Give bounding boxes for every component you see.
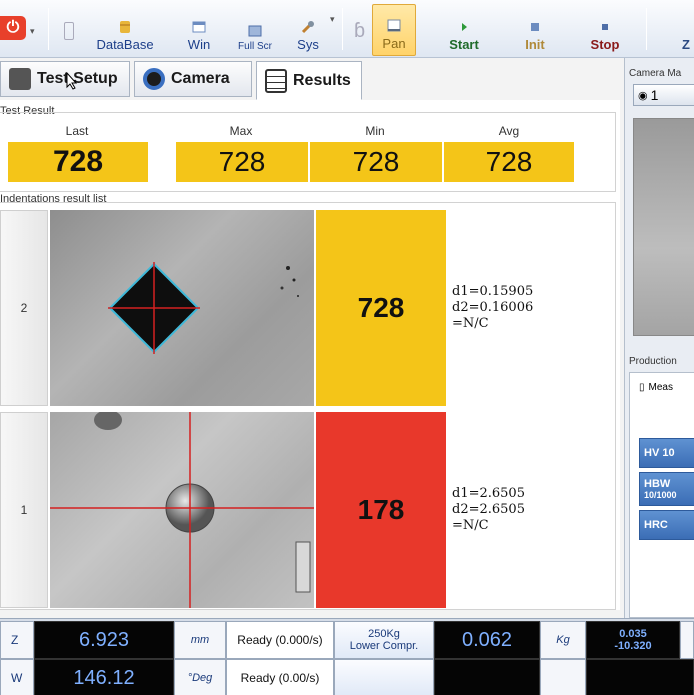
indentation-image <box>50 412 314 608</box>
indentation-image <box>50 210 314 406</box>
max-label: Max <box>229 124 253 138</box>
min-value: 728 <box>310 142 442 182</box>
win-button[interactable]: Win <box>176 4 222 56</box>
camera-icon <box>143 68 165 90</box>
empty-cell <box>334 659 434 695</box>
diagonal-info: d1=0.15905 d2=0.16006 =N/C <box>448 210 580 406</box>
stop-icon <box>602 24 608 30</box>
last-value: 728 <box>8 142 148 182</box>
tab-test-setup[interactable]: Test Setup <box>0 61 130 97</box>
scale-hv10-button[interactable]: HV 10 <box>639 438 694 468</box>
scale-hrc-button[interactable]: HRC <box>639 510 694 540</box>
d2-value: d2=0.16006 <box>452 300 534 315</box>
toolbar-separator <box>342 8 343 50</box>
database-icon <box>120 21 130 33</box>
meas-tab[interactable]: ▯ Meas <box>639 382 673 393</box>
diagonal-info: d1=2.6505 d2=2.6505 =N/C <box>448 412 580 608</box>
status-panel: Z 6.923 mm Ready (0.000/s) 250Kg Lower C… <box>0 618 694 695</box>
init-button[interactable]: Init <box>512 4 558 56</box>
force-readout: 0.062 <box>434 621 540 659</box>
tab-camera[interactable]: Camera <box>134 61 252 97</box>
play-icon <box>462 23 467 31</box>
w-status: Ready (0.00/s) <box>226 659 334 695</box>
last-label: Last <box>65 124 89 138</box>
fullscreen-button[interactable]: Full Scr <box>230 4 280 56</box>
empty-readout <box>586 659 694 695</box>
empty-unit <box>540 659 586 695</box>
w-position-readout: 146.12 <box>34 659 174 695</box>
disabled-tool-icon <box>64 22 74 40</box>
stop-button[interactable]: Stop <box>580 4 630 56</box>
conversion-value: =N/C <box>452 518 489 533</box>
production-title: Production <box>629 356 677 367</box>
load-selector[interactable]: 250Kg Lower Compr. <box>334 621 434 659</box>
pan-button[interactable]: Pan <box>372 4 416 56</box>
window-icon <box>192 21 206 33</box>
z-status: Ready (0.000/s) <box>226 621 334 659</box>
d2-value: d2=2.6505 <box>452 502 525 517</box>
disabled-tool-icon: ɓ <box>354 20 366 42</box>
empty-readout <box>434 659 540 695</box>
settings-icon <box>9 68 31 90</box>
hardness-value: 178 <box>316 412 446 608</box>
max-value: 728 <box>176 142 308 182</box>
sensor-readout: 0.035 -10.320 <box>586 621 680 659</box>
wrench-icon <box>301 21 314 34</box>
camera-preview <box>633 118 694 336</box>
pan-icon <box>387 19 401 32</box>
tab-strip: Test Setup Camera Results <box>0 58 620 100</box>
w-unit: °Deg <box>174 659 226 695</box>
min-label: Min <box>365 124 385 138</box>
row-index: 2 <box>0 210 48 406</box>
right-panel: Camera Ma ◉ 1 Production ▯ Meas HV 10 HB… <box>624 58 694 618</box>
camera-icon: ◉ <box>638 89 648 102</box>
list-icon <box>265 68 287 93</box>
z-button[interactable]: Z <box>676 4 694 56</box>
toolbar-separator <box>646 8 647 50</box>
z-unit: mm <box>174 621 226 659</box>
app-window: { "toolbar": { "power_icon": "power-icon… <box>0 0 694 695</box>
axis-w-label: W <box>0 659 34 695</box>
mouse-cursor-icon <box>66 71 78 90</box>
d1-value: d1=0.15905 <box>452 284 534 299</box>
init-icon <box>531 23 539 31</box>
database-button[interactable]: DataBase <box>86 4 164 56</box>
tab-results[interactable]: Results <box>256 61 362 100</box>
start-button[interactable]: Start <box>436 4 492 56</box>
fullscreen-icon <box>248 25 262 37</box>
force-unit: Kg <box>540 621 586 659</box>
scale-hbw-button[interactable]: HBW 10/1000 <box>639 472 694 506</box>
z-position-readout: 6.923 <box>34 621 174 659</box>
camera-manager-title: Camera Ma <box>629 68 682 79</box>
camera-selector[interactable]: ◉ 1 <box>633 84 694 106</box>
row-index: 1 <box>0 412 48 608</box>
results-panel: Test Result Last Max Min Avg 728 728 728… <box>0 100 620 610</box>
avg-label: Avg <box>498 124 520 138</box>
toolbar-separator <box>48 8 49 50</box>
hardness-value: 728 <box>316 210 446 406</box>
d1-value: d1=2.6505 <box>452 486 525 501</box>
toolbar: ⏻ ▾ DataBase Win Full Scr Sys ▾ ɓ Pan St… <box>0 0 694 58</box>
power-icon: ⏻ <box>6 19 20 36</box>
sys-button[interactable]: Sys <box>288 4 328 56</box>
conversion-value: =N/C <box>452 316 489 331</box>
document-icon: ▯ <box>639 382 645 393</box>
power-dropdown-icon[interactable]: ▾ <box>30 26 35 37</box>
status-edge-cell <box>680 621 694 659</box>
avg-value: 728 <box>444 142 574 182</box>
power-button[interactable]: ⏻ <box>0 16 26 40</box>
axis-z-label: Z <box>0 621 34 659</box>
sys-dropdown-icon[interactable]: ▾ <box>330 14 335 25</box>
